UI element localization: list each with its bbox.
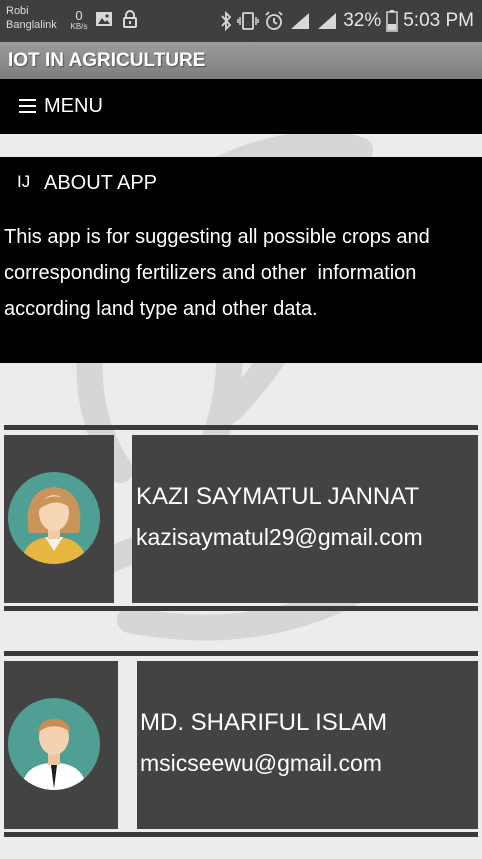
signal-icon <box>318 13 337 29</box>
data-speed: 0 KB/s <box>68 9 90 31</box>
person-info-card: KAZI SAYMATUL JANNAT kazisaymatul29@gmai… <box>132 435 478 603</box>
battery-icon <box>386 10 398 32</box>
status-bar: Robi Banglalink 0 KB/s 32% 5:03 PM <box>0 0 482 42</box>
wifi-icon <box>291 13 310 29</box>
person-name: MD. SHARIFUL ISLAM <box>140 709 388 736</box>
app-bar: IOT IN AGRICULTURE <box>0 42 482 79</box>
data-speed-value: 0 <box>75 8 83 23</box>
about-description: This app is for suggesting all possible … <box>4 226 436 320</box>
person-photo-card <box>4 661 118 829</box>
hamburger-icon[interactable] <box>19 99 36 113</box>
divider <box>4 425 478 430</box>
carrier-line2: Banglalink <box>6 19 57 31</box>
about-title: ABOUT APP <box>44 172 158 194</box>
status-right-group: 32% 5:03 PM <box>220 8 474 34</box>
person-name: KAZI SAYMATUL JANNAT <box>136 483 420 510</box>
person-email[interactable]: kazisaymatul29@gmail.com <box>136 523 423 551</box>
carrier-line1: Robi <box>6 5 29 17</box>
bluetooth-icon <box>221 11 232 31</box>
menu-button[interactable]: MENU <box>0 79 482 134</box>
menu-label: MENU <box>44 95 103 117</box>
alarm-icon <box>265 11 283 30</box>
image-icon <box>96 12 112 26</box>
vibrate-icon <box>237 12 259 30</box>
carrier-info: Robi Banglalink <box>6 4 57 32</box>
divider <box>4 606 478 611</box>
clock: 5:03 PM <box>403 10 474 31</box>
app-title: IOT IN AGRICULTURE <box>8 50 206 71</box>
about-panel: IJ ABOUT APP This app is for suggesting … <box>0 157 482 363</box>
about-icon: IJ <box>17 172 31 191</box>
male-avatar-icon <box>8 698 100 790</box>
person-photo-card <box>4 435 114 603</box>
lock-icon <box>123 10 137 28</box>
person-info-card: MD. SHARIFUL ISLAM msicseewu@gmail.com <box>137 661 478 829</box>
person-email[interactable]: msicseewu@gmail.com <box>140 749 382 777</box>
divider <box>4 651 478 656</box>
battery-percent: 32% <box>343 10 382 31</box>
female-avatar-icon <box>8 472 100 564</box>
divider <box>4 832 478 837</box>
data-speed-unit: KB/s <box>70 22 88 31</box>
